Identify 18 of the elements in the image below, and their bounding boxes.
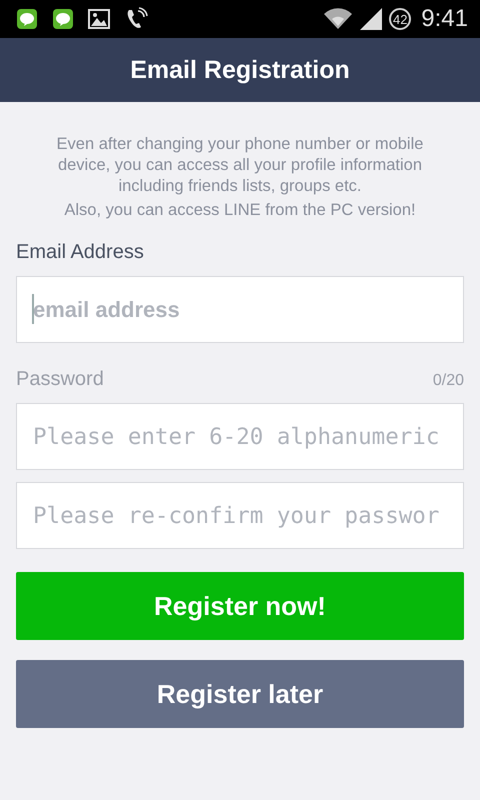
- password-field[interactable]: Please re-confirm your passwor: [16, 482, 464, 549]
- register-later-button[interactable]: Register later: [16, 660, 464, 728]
- password-label: Password: [16, 368, 104, 391]
- email-field[interactable]: email address: [16, 276, 464, 343]
- chat-app-icon: [52, 8, 74, 30]
- chat-app-icon: [16, 8, 38, 30]
- email-label: Email Address: [16, 241, 145, 264]
- signal-icon: [359, 7, 384, 31]
- intro-text: Even after changing your phone number or mobile device, you can access all your profile information including friends lists, groups etc.: [56, 134, 424, 197]
- clock: 9:41: [421, 5, 468, 33]
- character-counter: 0/20: [432, 372, 464, 390]
- register-now-button[interactable]: Register now!: [16, 572, 464, 640]
- intro-text: Also, you can access LINE from the PC version!: [63, 200, 417, 221]
- image-icon: [88, 9, 110, 29]
- password-field[interactable]: Please enter 6-20 alphanumeric: [16, 403, 464, 470]
- wifi-icon: [323, 8, 354, 30]
- battery-level: 42: [389, 8, 412, 30]
- screen-title: Email Registration: [130, 56, 350, 84]
